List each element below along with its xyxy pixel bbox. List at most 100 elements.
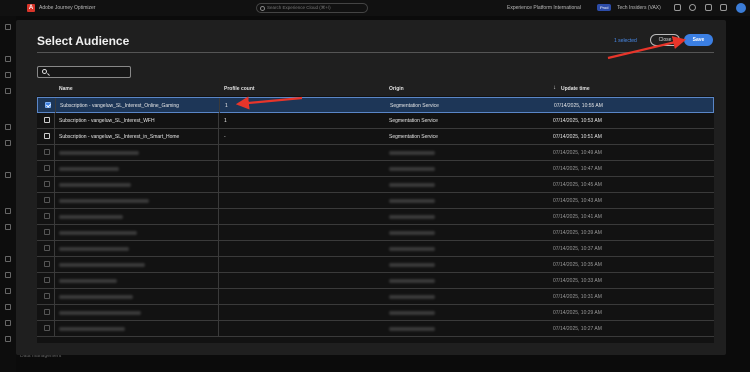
table-row[interactable]: 07/14/2025, 10:33 AM: [37, 273, 714, 289]
column-header-update-time[interactable]: Update time: [561, 86, 590, 92]
audience-name-redacted: [59, 215, 123, 219]
content-icon[interactable]: [5, 88, 11, 94]
assets-icon[interactable]: [5, 208, 11, 214]
row-checkbox[interactable]: [44, 245, 50, 251]
audience-name-redacted: [59, 311, 141, 315]
sandbox-name[interactable]: Tech Insiders (VAX): [617, 5, 661, 11]
origin-redacted: [389, 247, 435, 251]
close-button[interactable]: Close: [650, 34, 680, 46]
search-icon: [42, 69, 47, 74]
select-audience-dialog: Select Audience 1 selected Close Save Na…: [16, 20, 726, 355]
table-row[interactable]: 07/14/2025, 10:39 AM: [37, 225, 714, 241]
audience-name-redacted: [59, 231, 137, 235]
table-row[interactable]: Subscription - vangeluw_SL_Interest_Onli…: [37, 97, 714, 113]
audience-name-redacted: [59, 295, 133, 299]
row-checkbox[interactable]: [44, 293, 50, 299]
user-avatar[interactable]: [736, 3, 746, 13]
home-icon[interactable]: [5, 24, 11, 30]
audience-name-redacted: [59, 247, 129, 251]
row-checkbox[interactable]: [44, 309, 50, 315]
audience-name-redacted: [59, 279, 117, 283]
bell-icon[interactable]: [705, 4, 712, 11]
column-header-profile-count[interactable]: Profile count: [224, 86, 255, 92]
row-checkbox[interactable]: [44, 261, 50, 267]
origin: Segmentation Service: [389, 134, 438, 140]
org-name[interactable]: Experience Platform International: [507, 5, 581, 11]
row-checkbox[interactable]: [44, 181, 50, 187]
adobe-logo-icon[interactable]: A: [27, 4, 35, 12]
monitoring-icon[interactable]: [5, 304, 11, 310]
row-checkbox[interactable]: [44, 277, 50, 283]
datasets-icon[interactable]: [5, 320, 11, 326]
dialog-title: Select Audience: [37, 34, 130, 48]
audience-name-redacted: [59, 151, 139, 155]
app-name[interactable]: Adobe Journey Optimizer: [39, 5, 95, 11]
chat-icon[interactable]: [674, 4, 681, 11]
audience-name: Subscription - vangeluw_SL_Interest_Onli…: [60, 103, 179, 109]
column-header-name[interactable]: Name: [59, 86, 73, 92]
sources-icon[interactable]: [5, 336, 11, 342]
profile-count: 1: [225, 103, 228, 109]
update-time: 07/14/2025, 10:37 AM: [553, 246, 602, 252]
table-row[interactable]: 07/14/2025, 10:27 AM: [37, 321, 714, 337]
row-checkbox[interactable]: [44, 213, 50, 219]
arrow-down-icon[interactable]: ↓: [553, 85, 556, 91]
origin-redacted: [389, 183, 435, 187]
table-row[interactable]: 07/14/2025, 10:35 AM: [37, 257, 714, 273]
settings-icon[interactable]: [5, 256, 11, 262]
row-checkbox[interactable]: [45, 102, 51, 108]
table-row[interactable]: 07/14/2025, 10:31 AM: [37, 289, 714, 305]
audience-name-redacted: [59, 183, 131, 187]
row-checkbox[interactable]: [44, 325, 50, 331]
channels-icon[interactable]: [5, 272, 11, 278]
table-row[interactable]: Subscription - vangeluw_SL_Interest_WFH …: [37, 113, 714, 129]
update-time: 07/14/2025, 10:39 AM: [553, 230, 602, 236]
table-row[interactable]: 07/14/2025, 10:45 AM: [37, 177, 714, 193]
table-row[interactable]: 07/14/2025, 10:41 AM: [37, 209, 714, 225]
column-header-origin[interactable]: Origin: [389, 86, 404, 92]
audiences-icon[interactable]: [5, 124, 11, 130]
table-row[interactable]: Subscription - vangeluw_SL_Interest_in_S…: [37, 129, 714, 145]
campaigns-icon[interactable]: [5, 72, 11, 78]
update-time: 07/14/2025, 10:43 AM: [553, 198, 602, 204]
update-time: 07/14/2025, 10:45 AM: [553, 182, 602, 188]
row-checkbox[interactable]: [44, 165, 50, 171]
update-time: 07/14/2025, 10:27 AM: [553, 326, 602, 332]
table-row[interactable]: 07/14/2025, 10:47 AM: [37, 161, 714, 177]
audience-table: Name Profile count Origin ↓ Update time …: [37, 82, 714, 343]
table-row[interactable]: 07/14/2025, 10:37 AM: [37, 241, 714, 257]
journeys-icon[interactable]: [5, 56, 11, 62]
save-button[interactable]: Save: [684, 34, 713, 46]
origin-redacted: [389, 151, 435, 155]
profile-count: -: [224, 134, 226, 140]
row-checkbox[interactable]: [44, 197, 50, 203]
audience-name-redacted: [59, 199, 149, 203]
update-time: 07/14/2025, 10:51 AM: [553, 134, 602, 140]
audience-search-input[interactable]: [37, 66, 131, 78]
row-checkbox[interactable]: [44, 133, 50, 139]
update-time: 07/14/2025, 10:33 AM: [553, 278, 602, 284]
left-nav-rail: [0, 16, 16, 372]
row-checkbox[interactable]: [44, 149, 50, 155]
origin: Segmentation Service: [390, 103, 439, 109]
origin-redacted: [389, 231, 435, 235]
audience-name: Subscription - vangeluw_SL_Interest_in_S…: [59, 134, 180, 140]
reports-icon[interactable]: [5, 172, 11, 178]
help-icon[interactable]: [689, 4, 696, 11]
table-row[interactable]: 07/14/2025, 10:43 AM: [37, 193, 714, 209]
origin-redacted: [389, 295, 435, 299]
row-checkbox[interactable]: [44, 117, 50, 123]
top-bar: A Adobe Journey Optimizer Search Experie…: [0, 0, 750, 16]
table-row[interactable]: 07/14/2025, 10:49 AM: [37, 145, 714, 161]
templates-icon[interactable]: [5, 224, 11, 230]
table-row[interactable]: 07/14/2025, 10:29 AM: [37, 305, 714, 321]
origin-redacted: [389, 215, 435, 219]
row-checkbox[interactable]: [44, 229, 50, 235]
update-time: 07/14/2025, 10:49 AM: [553, 150, 602, 156]
apps-grid-icon[interactable]: [720, 4, 727, 11]
profiles-icon[interactable]: [5, 140, 11, 146]
schemas-icon[interactable]: [5, 288, 11, 294]
global-search-input[interactable]: Search Experience Cloud (⌘+/): [256, 3, 368, 13]
profile-count: 1: [224, 118, 227, 124]
origin-redacted: [389, 279, 435, 283]
